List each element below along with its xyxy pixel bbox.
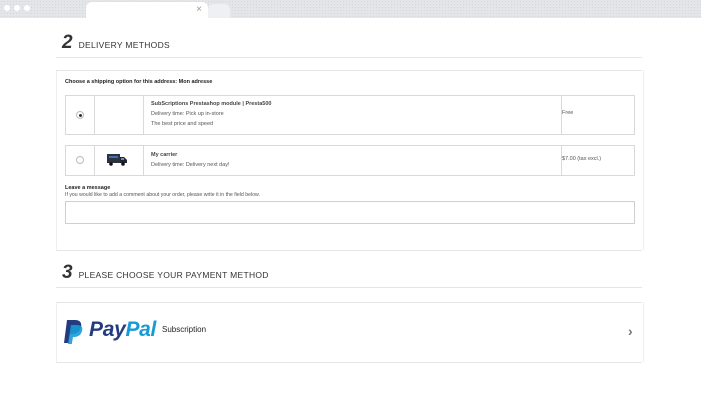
browser-new-tab[interactable]: [208, 4, 230, 18]
step-number: 2: [62, 32, 73, 53]
divider: [56, 250, 642, 251]
carrier-name: My carrier: [151, 152, 178, 158]
radio-cell: [66, 96, 95, 134]
payment-section-heading: 3 PLEASE CHOOSE YOUR PAYMENT METHOD: [62, 262, 269, 284]
tab-close-icon[interactable]: ×: [196, 3, 202, 17]
truck-icon: [107, 154, 127, 166]
section-title: PLEASE CHOOSE YOUR PAYMENT METHOD: [78, 270, 269, 280]
divider: [56, 287, 642, 288]
shipping-address-label: Choose a shipping option for this addres…: [65, 79, 213, 85]
window-controls: [4, 5, 30, 11]
divider: [56, 362, 642, 363]
chevron-right-icon[interactable]: ›: [628, 323, 633, 339]
radio-cell: [66, 146, 95, 175]
delivery-option-pickup[interactable]: SubScriptions Prestashop module | Presta…: [65, 95, 635, 135]
window-maximize-dot[interactable]: [24, 5, 30, 11]
window-close-dot[interactable]: [4, 5, 10, 11]
paypal-wordmark-pal: Pal: [125, 318, 157, 341]
divider: [56, 70, 642, 71]
window-minimize-dot[interactable]: [14, 5, 20, 11]
message-help-text: If you would like to add a comment about…: [65, 192, 260, 198]
divider: [56, 57, 642, 58]
delivery-option-my-carrier[interactable]: My carrier Delivery time: Delivery next …: [65, 145, 635, 176]
carrier-info-cell: SubScriptions Prestashop module | Presta…: [144, 96, 562, 134]
carrier-logo-cell: [94, 146, 144, 175]
carrier-logo-cell: [94, 96, 144, 134]
carrier-delivery-time: Delivery time: Pick up in-store: [151, 111, 224, 117]
carrier-price-cell: Free: [562, 96, 634, 134]
carrier-delivery-time: Delivery time: Delivery next day!: [151, 162, 230, 168]
payment-method-label: Subscription: [162, 325, 207, 334]
browser-tab-bar: ×: [0, 0, 701, 18]
paypal-logo-icon: [64, 320, 83, 344]
message-textarea[interactable]: [65, 201, 635, 224]
section-title: DELIVERY METHODS: [78, 40, 170, 50]
delivery-section-heading: 2 DELIVERY METHODS: [62, 32, 170, 54]
delivery-option-radio[interactable]: [76, 156, 84, 164]
carrier-price-cell: $7.00 (tax excl.): [562, 146, 634, 175]
message-title: Leave a message: [65, 185, 111, 191]
paypal-wordmark-pay: Pay: [89, 318, 126, 341]
delivery-option-radio[interactable]: [76, 111, 84, 119]
carrier-info-cell: My carrier Delivery time: Delivery next …: [144, 146, 562, 175]
carrier-price: $7.00 (tax excl.): [562, 156, 602, 162]
paypal-wordmark: PayPal: [89, 318, 156, 342]
carrier-price: Free: [562, 110, 574, 116]
browser-tab-active[interactable]: ×: [86, 2, 208, 18]
carrier-description: The best price and speed: [151, 121, 214, 127]
step-number: 3: [62, 262, 73, 283]
carrier-name: SubScriptions Prestashop module | Presta…: [151, 101, 272, 107]
